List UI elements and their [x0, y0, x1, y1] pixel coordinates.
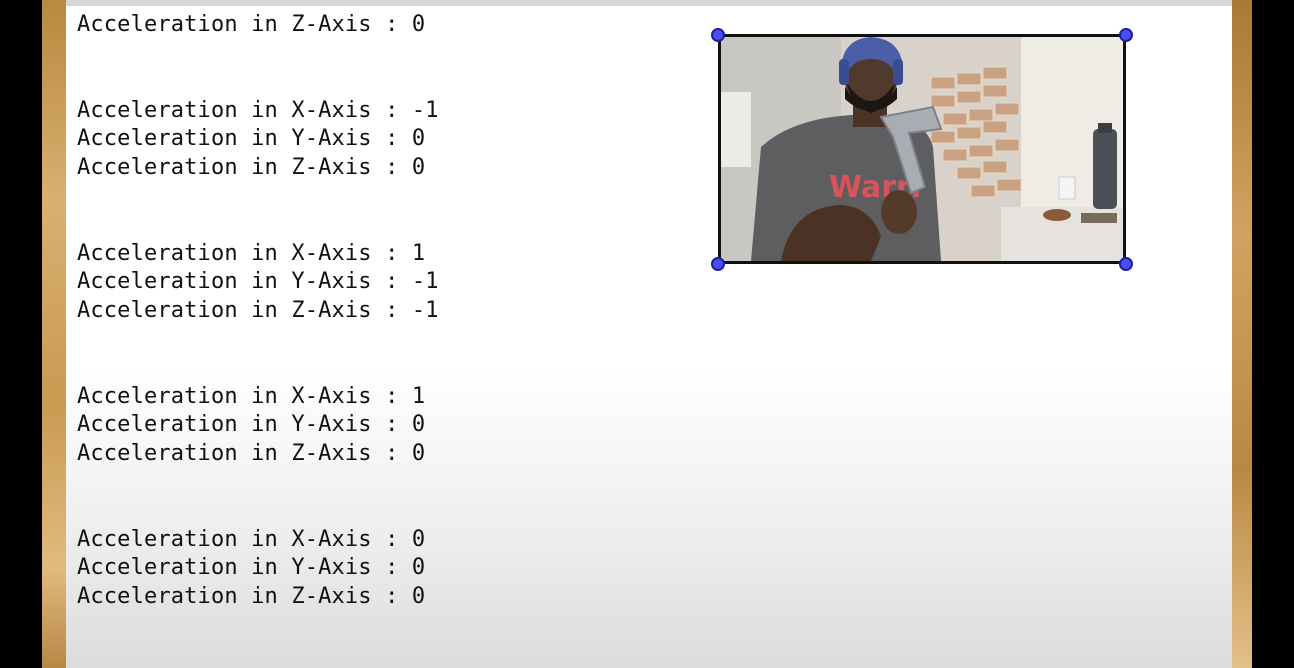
resize-handle-top-right[interactable] [1119, 28, 1133, 42]
output-line: Acceleration in Y-Axis : -1 [77, 269, 439, 295]
resize-handle-bottom-left[interactable] [711, 257, 725, 271]
resize-handle-bottom-right[interactable] [1119, 257, 1133, 271]
output-line: Acceleration in X-Axis : 0 [77, 526, 426, 552]
output-line: Acceleration in Z-Axis : 0 [77, 12, 426, 37]
desk-background-left [42, 0, 68, 668]
output-line: Acceleration in Y-Axis : 0 [77, 555, 426, 581]
webcam-video-frame: Warri [721, 37, 1123, 261]
output-line: Acceleration in Z-Axis : 0 [77, 154, 426, 180]
terminal-output: Acceleration in Z-Axis : 0 Acceleration … [77, 11, 439, 611]
webcam-overlay[interactable]: Warri [718, 34, 1126, 264]
desk-background-right [1230, 0, 1252, 668]
terminal-window[interactable]: Acceleration in Z-Axis : 0 Acceleration … [66, 0, 1232, 668]
output-line: Acceleration in X-Axis : 1 [77, 383, 426, 409]
output-line: Acceleration in Z-Axis : 0 [77, 440, 426, 466]
output-line: Acceleration in X-Axis : -1 [77, 97, 439, 123]
output-line: Acceleration in X-Axis : 1 [77, 240, 426, 266]
resize-handle-top-left[interactable] [711, 28, 725, 42]
output-line: Acceleration in Z-Axis : -1 [77, 297, 439, 323]
output-line: Acceleration in Z-Axis : 0 [77, 583, 426, 609]
output-line: Acceleration in Y-Axis : 0 [77, 412, 426, 438]
output-line: Acceleration in Y-Axis : 0 [77, 126, 426, 152]
